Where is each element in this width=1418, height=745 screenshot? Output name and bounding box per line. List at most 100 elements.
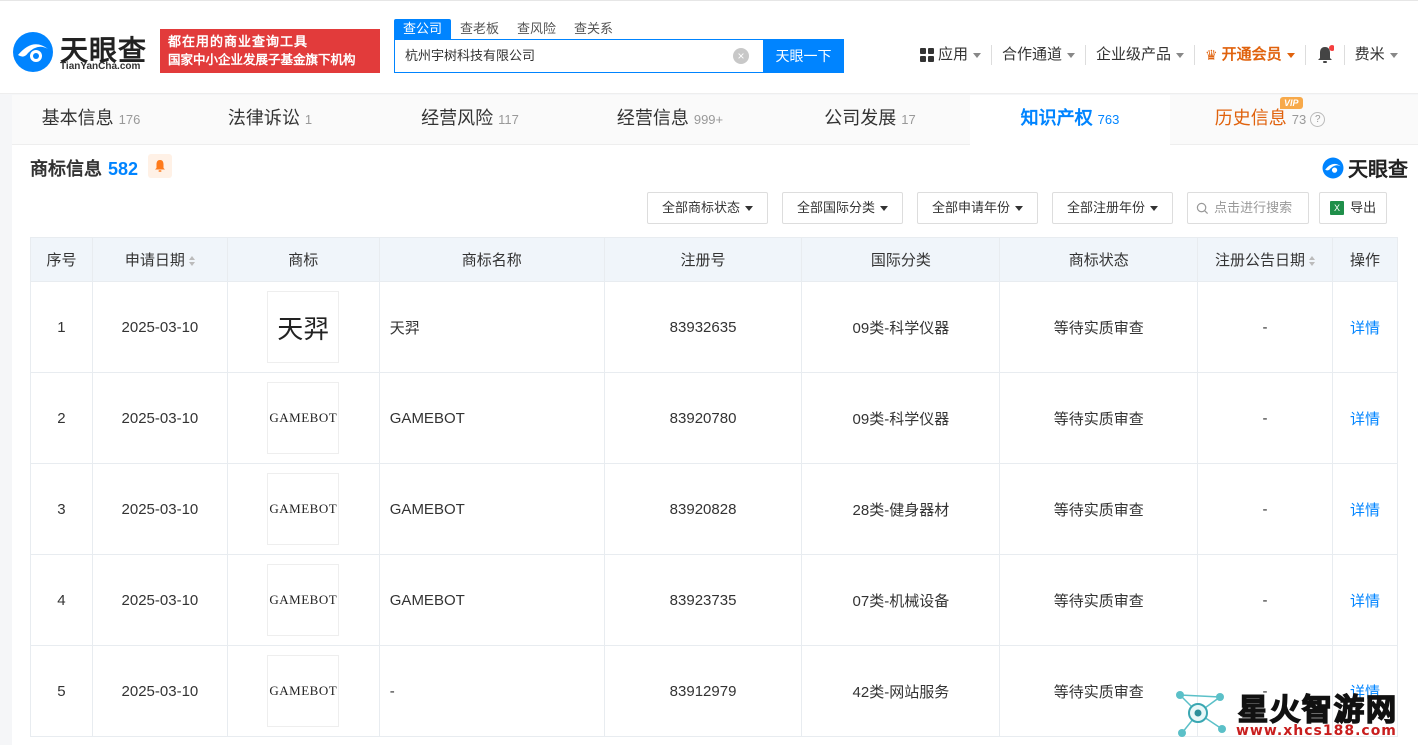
export-button[interactable]: X 导出 [1319,192,1388,224]
top-header: 天眼查 TianYanCha.com 都在用的商业查询工具 国家中小企业发展子基… [0,0,1418,94]
cell-mark: GAMEBOT [226,372,380,464]
tab-business-info[interactable]: 经营信息 999+ [570,95,770,145]
section-title-label: 商标信息 [30,159,102,179]
cell-index: 5 [30,645,93,737]
slogan-line2: 国家中小企业发展子基金旗下机构 [168,53,356,67]
tab-development[interactable]: 公司发展 17 [770,95,970,145]
col-mark: 商标 [226,237,380,282]
nav-notifications[interactable] [1306,45,1345,65]
table-search-input[interactable]: 点击进行搜索 [1187,192,1310,224]
nav-user[interactable]: 费米 [1345,45,1408,65]
detail-link[interactable]: 详情 [1350,593,1380,610]
nav-apps[interactable]: 应用 [910,45,993,65]
site-watermark: 星火智游网 www.xhcs188.com [1170,683,1418,743]
filter-status-label: 全部商标状态 [662,200,741,215]
tianyancha-logo[interactable]: 天眼查 TianYanCha.com [12,29,152,79]
search-button[interactable]: 天眼一下 [763,39,844,73]
cell-mark: 天羿 [226,281,380,373]
search-input[interactable]: 杭州宇树科技有限公司 [394,39,764,73]
logo-eye-icon [1322,157,1344,178]
cell-pub-date: - [1197,463,1333,555]
logo-domain: TianYanCha.com [60,61,141,72]
chevron-down-icon [1389,52,1398,58]
filter-status[interactable]: 全部商标状态 [647,192,769,224]
brand-text: 天眼查 [1348,157,1408,181]
sort-icon[interactable] [1309,256,1316,266]
col-status: 商标状态 [999,237,1199,282]
col-apply-date-label: 申请日期 [124,252,185,269]
tab-legal[interactable]: 法律诉讼 1 [170,95,370,145]
nav-channels[interactable]: 合作通道 [992,45,1087,65]
filter-intl-class[interactable]: 全部国际分类 [782,192,904,224]
tab-ip[interactable]: 知识产权 763 [970,95,1170,145]
col-pub-date[interactable]: 注册公告日期 [1197,237,1333,282]
bell-icon [1317,45,1334,63]
chevron-down-icon [880,205,889,211]
tab-label: 历史信息 [1214,108,1287,128]
help-icon[interactable]: ? [1310,112,1326,127]
chevron-down-icon [1286,52,1295,58]
trademark-image[interactable]: GAMEBOT [267,655,340,727]
cell-name: GAMEBOT [378,372,605,464]
trademark-panel: 商标信息 582 天眼查 全部商标状态 全部国际分类 全部申请年份 全部注册年份 … [12,145,1418,745]
filter-intl-class-label: 全部国际分类 [797,200,876,215]
nav-vip[interactable]: ♛ 开通会员 [1195,45,1306,65]
brand-logo: 天眼查 [1322,153,1408,182]
detail-link[interactable]: 详情 [1350,411,1380,428]
col-index: 序号 [30,237,93,282]
nav-vip-label: 开通会员 [1221,46,1282,63]
filter-apply-year-label: 全部申请年份 [932,200,1011,215]
search-tab-company[interactable]: 查公司 [394,19,452,39]
vip-badge: VIP [1280,97,1303,109]
trademark-image[interactable]: GAMEBOT [267,473,340,545]
tab-label: 公司发展 [824,108,897,128]
filter-apply-year[interactable]: 全部申请年份 [917,192,1039,224]
cell-index: 2 [30,372,93,464]
search-tab-boss[interactable]: 查老板 [451,19,508,39]
nav-enterprise-label: 企业级产品 [1096,46,1172,63]
search-type-tabs: 查公司 查老板 查风险 查关系 [394,19,622,39]
col-apply-date[interactable]: 申请日期 [91,237,228,282]
search-tab-risk[interactable]: 查风险 [508,19,565,39]
cell-status: 等待实质审查 [999,281,1199,373]
tab-count: 763 [1097,112,1120,127]
table-row: 1 2025-03-10 天羿 天羿 83932635 09类-科学仪器 等待实… [30,281,1399,373]
tab-label: 知识产权 [1020,108,1093,128]
tab-count: 73 [1291,112,1307,127]
trademark-image[interactable]: GAMEBOT [267,382,340,454]
tab-label: 法律诉讼 [227,108,300,128]
detail-link[interactable]: 详情 [1350,502,1380,519]
detail-link[interactable]: 详情 [1350,320,1380,337]
search-tab-relation[interactable]: 查关系 [565,19,622,39]
trademark-image[interactable]: GAMEBOT [267,564,340,636]
chevron-down-icon [1150,205,1159,211]
monitor-bell-button[interactable] [148,154,172,178]
cell-action: 详情 [1331,463,1399,555]
tab-history[interactable]: VIP 历史信息 73? [1170,95,1370,145]
cell-name: GAMEBOT [378,463,605,555]
search-placeholder: 点击进行搜索 [1214,200,1293,215]
cell-mark: GAMEBOT [226,463,380,555]
cell-name: - [378,645,605,737]
tab-count: 117 [498,112,519,127]
sort-icon[interactable] [188,256,195,266]
cell-apply-date: 2025-03-10 [91,645,228,737]
table-row: 4 2025-03-10 GAMEBOT GAMEBOT 83923735 07… [30,554,1399,646]
filter-reg-year[interactable]: 全部注册年份 [1052,192,1174,224]
nav-enterprise[interactable]: 企业级产品 [1086,45,1196,65]
cell-apply-date: 2025-03-10 [91,281,228,373]
clear-icon[interactable]: × [733,48,749,64]
cell-apply-date: 2025-03-10 [91,372,228,464]
table-header-row: 序号 申请日期 商标 商标名称 注册号 国际分类 商标状态 注册公告日期 操作 [30,237,1399,282]
tab-basic-info[interactable]: 基本信息 176 [12,95,170,145]
tab-business-risk[interactable]: 经营风险 117 [370,95,570,145]
tab-count: 1 [304,112,313,127]
tab-label: 经营风险 [421,108,494,128]
cell-pub-date: - [1197,281,1333,373]
company-tabs: 基本信息 176 法律诉讼 1 经营风险 117 经营信息 999+ 公司发展 17 知识… [12,95,1418,145]
tab-label: 经营信息 [616,108,689,128]
tab-count: 17 [901,112,916,127]
trademark-image[interactable]: 天羿 [267,291,340,363]
apps-grid-icon [920,48,934,62]
bell-icon [155,160,165,172]
